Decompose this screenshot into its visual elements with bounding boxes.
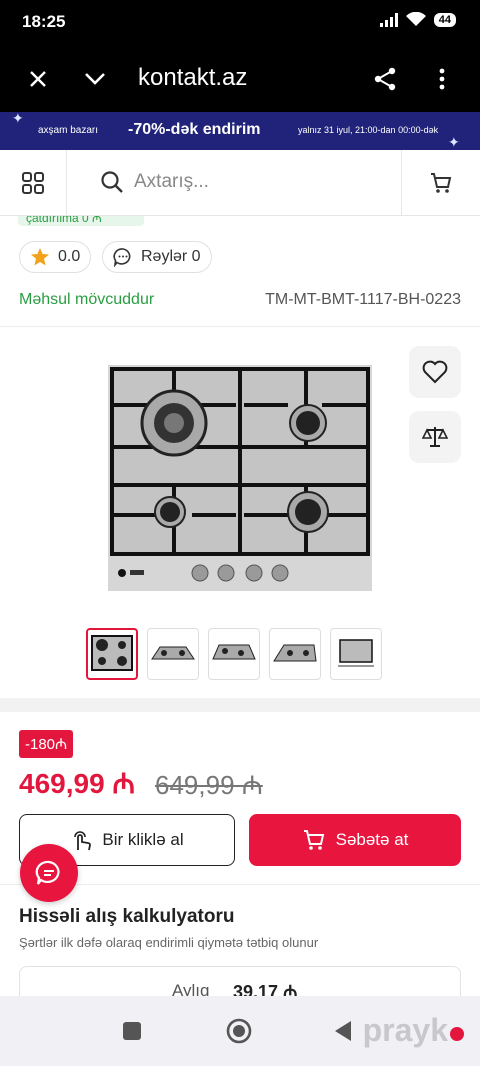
watermark-dot [450,1027,464,1041]
status-bar: 18:25 44 [0,0,480,44]
share-icon [374,67,396,91]
chat-button[interactable] [20,844,78,902]
sparkle-icon: ✦ [448,134,460,150]
search-input[interactable]: Axtarış... [100,170,209,194]
catalog-button[interactable] [0,150,67,216]
promo-banner[interactable]: ✦ axşam bazarı -70%-dək endirim yalnız 3… [0,110,480,150]
thumbnail-4[interactable] [269,628,321,680]
battery-icon: 44 [433,12,456,27]
reviews-pill[interactable]: Rəylər 0 [102,241,212,273]
monthly-value: 39.17 ₼ [233,982,298,996]
home-icon[interactable] [226,1018,252,1044]
rating-value: 0.0 [58,248,81,265]
thumbnail-1[interactable] [86,628,138,680]
add-to-cart-label: Səbətə at [335,830,409,849]
old-price: 649,99 ₼ [155,770,263,800]
section-divider [0,698,480,712]
close-icon [30,71,46,87]
thumbnail-5[interactable] [330,628,382,680]
status-icons: 44 [379,12,456,27]
cart-icon [303,830,324,850]
discount-badge: -180₼ [19,730,74,758]
monthly-label: Aylıq [172,981,210,996]
availability-text: Məhsul mövcuddur [19,291,155,308]
calculator-subtitle: Şərtlər ilk dəfə olaraq endirimli qiymət… [19,935,319,950]
cart-button[interactable] [401,150,480,216]
favorite-button[interactable] [409,346,461,398]
search-icon [101,171,123,193]
search-row: Axtarış... [0,150,480,216]
wifi-icon [405,12,426,26]
thumbnail-strip [86,628,382,680]
calculator-title: Hissəli alış kalkulyatoru [19,906,235,927]
more-menu-button[interactable] [425,62,459,96]
system-nav-bar: prayk [0,996,480,1066]
thumbnail-image [91,635,133,671]
chevron-down-icon [85,73,105,85]
more-vertical-icon [439,68,445,90]
sku-text: TM-MT-BMT-1117-BH-0223 [265,291,461,308]
one-click-label: Bir kliklə al [102,830,184,849]
cart-icon [431,173,452,193]
reviews-label: Rəylər 0 [141,248,201,265]
current-price: 469,99 ₼ [19,768,136,799]
compare-button[interactable] [409,411,461,463]
monthly-payment-box[interactable]: Aylıq 39.17 ₼ [19,966,461,996]
status-time: 18:25 [22,12,66,31]
chat-icon [35,860,60,885]
thumbnail-image [212,644,256,660]
thumbnail-image [151,646,195,660]
collapse-button[interactable] [78,62,112,96]
promo-left-text: axşam bazarı [38,125,99,136]
star-icon [31,248,49,266]
thumbnail-3[interactable] [208,628,260,680]
promo-main-text: -70%-dək endirim [128,121,261,138]
rating-pill[interactable]: 0.0 [19,241,92,273]
heart-icon [422,360,448,384]
close-button[interactable] [21,62,55,96]
thumbnail-image [338,639,374,667]
thumbnail-2[interactable] [147,628,199,680]
sparkle-icon: ✦ [12,110,24,126]
back-icon[interactable] [333,1020,353,1042]
promo-right-text: yalnız 31 iyul, 21:00-dan 00:00-dək [298,125,439,135]
product-page: Axtarış... çatdırılma 0 ₼ 0.0 Rəylər 0 M… [0,150,480,996]
share-button[interactable] [368,62,402,96]
scale-icon [422,427,448,447]
url-text[interactable]: kontakt.az [138,64,247,92]
watermark: prayk [363,1012,464,1049]
browser-toolbar: kontakt.az [0,44,480,112]
grid-icon [22,172,44,194]
recents-icon[interactable] [122,1021,142,1041]
product-image[interactable] [108,365,372,591]
add-to-cart-button[interactable]: Səbətə at [249,814,461,866]
thumbnail-image [273,644,317,662]
tap-hand-icon [74,831,92,851]
signal-icon [379,12,398,27]
chat-bubble-icon [113,248,131,267]
search-placeholder: Axtarış... [134,171,209,192]
divider [0,326,480,327]
